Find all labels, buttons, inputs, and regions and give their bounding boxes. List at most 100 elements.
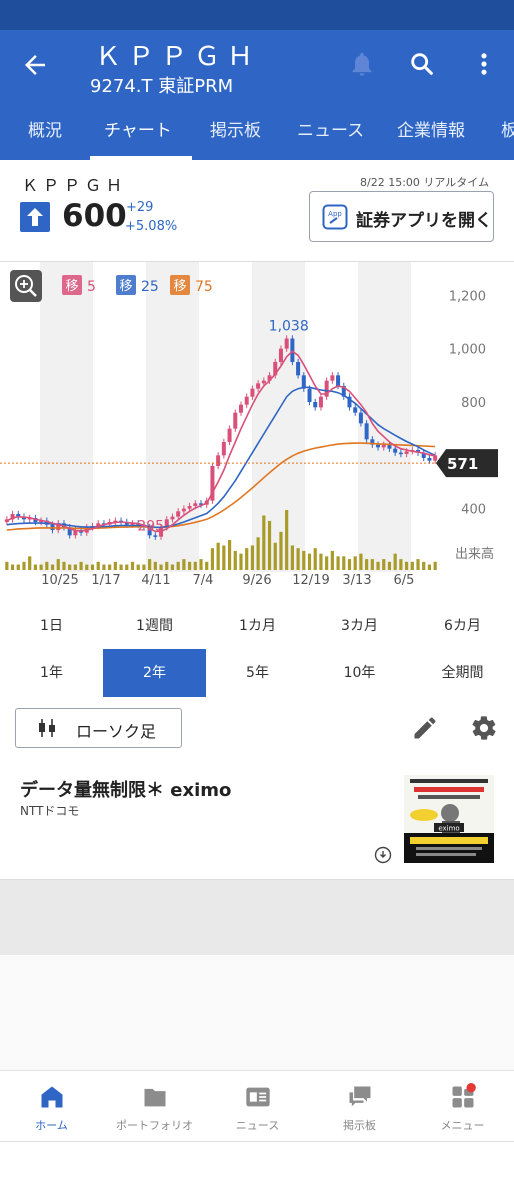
ad-image[interactable]: eximo bbox=[404, 775, 494, 863]
tab-order-book[interactable]: 板 bbox=[501, 118, 514, 160]
volume-bar bbox=[307, 553, 312, 570]
ad-sponsor: NTTドコモ bbox=[20, 804, 80, 818]
volume-bar bbox=[5, 561, 9, 570]
volume-bar bbox=[250, 545, 255, 570]
x-tick-label: 1/17 bbox=[91, 573, 120, 588]
candle-body bbox=[176, 511, 181, 517]
volume-bar bbox=[222, 545, 226, 570]
volume-bar bbox=[410, 561, 414, 570]
volume-bar bbox=[113, 561, 117, 570]
period-selector: 1日 1週間 1カ月 3カ月 6カ月 1年 2年 5年 10年 全期間 bbox=[0, 602, 514, 702]
candle-body bbox=[261, 380, 266, 384]
stock-chart[interactable]: 1,200 1,000 800 400 出来高 571 1,038 295 10/25 1/17 4… bbox=[0, 262, 514, 602]
more-vert-icon[interactable] bbox=[470, 50, 498, 78]
chart-svg: 1,200 1,000 800 400 出来高 571 1,038 295 10/25 1/17 4… bbox=[0, 262, 498, 588]
candle-body bbox=[307, 388, 312, 402]
ad-banner[interactable]: データ量無制限＊ eximo NTTドコモ eximo bbox=[0, 756, 514, 880]
nav-home[interactable]: ホーム bbox=[0, 1071, 103, 1143]
candle-body bbox=[336, 375, 341, 386]
period-1d[interactable]: 1日 bbox=[0, 602, 103, 650]
volume-bar bbox=[233, 550, 237, 570]
app-icon: App bbox=[322, 204, 348, 230]
pencil-icon[interactable] bbox=[411, 714, 439, 742]
x-tick-label: 6/5 bbox=[394, 573, 415, 588]
candle-body bbox=[238, 404, 243, 413]
up-arrow-icon bbox=[20, 202, 50, 232]
candle-body bbox=[290, 338, 295, 362]
zoom-button[interactable] bbox=[10, 270, 42, 302]
folder-icon bbox=[144, 1088, 166, 1107]
period-3m[interactable]: 3カ月 bbox=[308, 602, 411, 650]
volume-bar bbox=[39, 564, 43, 570]
chat-icon bbox=[349, 1086, 371, 1107]
candle-body bbox=[250, 388, 255, 397]
tab-news[interactable]: ニュース bbox=[297, 118, 364, 160]
volume-bar bbox=[285, 510, 289, 570]
volume-bar bbox=[342, 556, 346, 570]
volume-bar bbox=[102, 564, 106, 570]
volume-bar bbox=[170, 564, 175, 570]
open-app-button[interactable]: App 証券アプリを開く bbox=[309, 191, 494, 242]
volume-bar bbox=[199, 559, 203, 570]
volume-bar bbox=[239, 553, 243, 570]
nav-board[interactable]: 掲示板 bbox=[308, 1071, 411, 1143]
period-10y[interactable]: 10年 bbox=[308, 649, 411, 697]
period-all[interactable]: 全期間 bbox=[411, 649, 514, 697]
gear-icon[interactable] bbox=[470, 714, 498, 742]
volume-bar bbox=[365, 559, 369, 570]
nav-news[interactable]: ニュース bbox=[206, 1071, 309, 1143]
volume-bar bbox=[370, 559, 374, 570]
volume-bar bbox=[330, 550, 334, 570]
svg-text:App: App bbox=[328, 210, 342, 218]
tab-overview[interactable]: 概況 bbox=[28, 118, 62, 160]
current-price: 600 bbox=[62, 198, 127, 234]
volume-bar bbox=[22, 561, 26, 570]
period-5y[interactable]: 5年 bbox=[206, 649, 309, 697]
candle-body bbox=[381, 444, 386, 448]
candle-body bbox=[221, 442, 226, 456]
volume-axis-label: 出来高 bbox=[455, 546, 494, 562]
volume-bar bbox=[148, 559, 152, 570]
period-1m[interactable]: 1カ月 bbox=[206, 602, 309, 650]
volume-bar bbox=[376, 561, 380, 570]
x-tick-label: 3/13 bbox=[342, 573, 371, 588]
tab-chart[interactable]: チャート bbox=[104, 118, 172, 160]
nav-menu[interactable]: メニュー bbox=[411, 1071, 514, 1143]
tab-board[interactable]: 掲示板 bbox=[210, 118, 261, 160]
period-1w[interactable]: 1週間 bbox=[103, 602, 206, 650]
candle-body bbox=[170, 516, 175, 520]
stock-name: ＫＰＰＧＨ bbox=[95, 42, 261, 72]
volume-bar bbox=[50, 564, 55, 570]
period-2y[interactable]: 2年 bbox=[103, 649, 206, 697]
volume-bar bbox=[119, 564, 123, 570]
chart-type-label: ローソク足 bbox=[76, 722, 157, 741]
period-1y[interactable]: 1年 bbox=[0, 649, 103, 697]
ad-info-icon[interactable] bbox=[374, 846, 392, 864]
nav-portfolio-label: ポートフォリオ bbox=[116, 1119, 193, 1132]
volume-bar bbox=[176, 561, 180, 570]
back-arrow-icon[interactable] bbox=[20, 50, 50, 80]
price-change-percent: +5.08% bbox=[125, 219, 178, 234]
nav-board-label: 掲示板 bbox=[343, 1119, 376, 1132]
volume-bar bbox=[267, 520, 272, 570]
chart-type-button[interactable]: ローソク足 bbox=[15, 708, 182, 748]
volume-bar bbox=[159, 564, 163, 570]
volume-bar bbox=[387, 561, 392, 570]
x-tick-label: 7/4 bbox=[193, 573, 214, 588]
nav-portfolio[interactable]: ポートフォリオ bbox=[103, 1071, 206, 1143]
tab-company[interactable]: 企業情報 bbox=[397, 118, 465, 160]
bottom-navigation: ホーム ポートフォリオ ニュース 掲示板 メニュー bbox=[0, 1070, 514, 1142]
volume-bar bbox=[142, 564, 146, 570]
volume-bar bbox=[393, 553, 397, 570]
nav-news-label: ニュース bbox=[235, 1119, 280, 1132]
search-icon[interactable] bbox=[408, 50, 436, 78]
bell-icon[interactable] bbox=[348, 50, 376, 78]
candle-body bbox=[398, 452, 403, 455]
candle-body bbox=[358, 412, 363, 424]
volume-bar bbox=[325, 556, 329, 570]
quote-timestamp: 8/22 15:00 リアルタイム bbox=[360, 176, 490, 189]
volume-bar bbox=[399, 559, 403, 570]
period-6m[interactable]: 6カ月 bbox=[411, 602, 514, 650]
volume-bar bbox=[433, 561, 437, 570]
candle-body bbox=[216, 455, 221, 466]
